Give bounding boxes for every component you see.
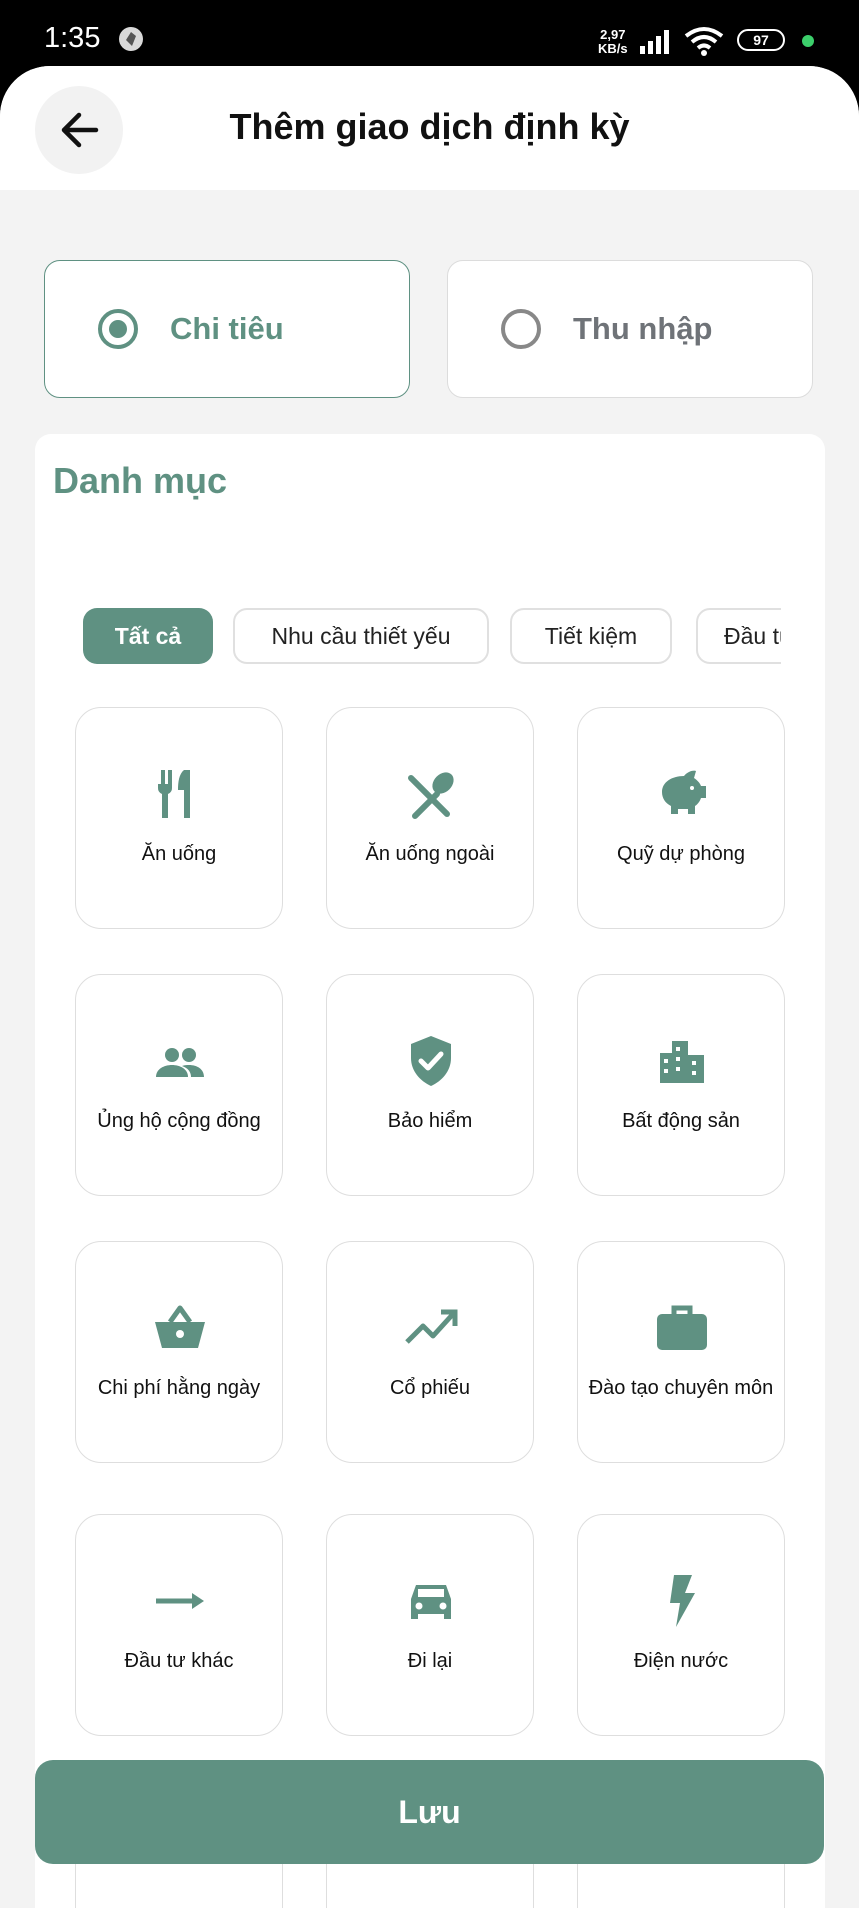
category-label: Bảo hiểm [387,1110,473,1132]
category-label: Đầu tư khác [124,1650,234,1672]
screen-sheet: Thêm giao dịch định kỳ Chi tiêu Thu nhập… [0,66,859,1908]
trending-up-icon [405,1309,458,1344]
category-tile[interactable]: Quỹ dự phòng [577,707,785,929]
category-tile[interactable]: Ăn uống ngoài [326,707,534,929]
category-tile[interactable]: Bất động sản [577,974,785,1196]
piggy-bank-icon [662,770,706,814]
chip-all[interactable]: Tất cả [83,608,213,664]
category-tile[interactable]: Đào tạo chuyên môn [577,1241,785,1463]
wifi-icon [684,27,724,56]
category-tile[interactable]: Ủng hộ cộng đồng [75,974,283,1196]
people-icon [156,1048,204,1077]
category-label: Điện nước [633,1650,729,1672]
active-dot-icon [802,35,814,47]
chip-essential-needs[interactable]: Nhu cầu thiết yếu [233,608,489,664]
category-panel: Danh mục Tất cả Nhu cầu thiết yếu Tiết k… [35,434,825,1908]
page-title: Thêm giao dịch định kỳ [229,106,630,147]
restaurant-icon [157,770,190,818]
chip-investment[interactable]: Đầu tư [696,608,781,664]
category-label: Đi lại [407,1650,453,1672]
category-label: Ăn uống ngoài [365,843,495,865]
lightning-icon [670,1575,695,1627]
battery-indicator: 97 [737,29,785,51]
category-label: Bất động sản [622,1110,740,1132]
category-title: Danh mục [53,460,228,501]
status-time: 1:35 [44,22,101,54]
income-label: Thu nhập [573,311,713,346]
radio-unselected-icon[interactable] [501,309,541,349]
category-tile[interactable]: Đi lại [326,1514,534,1736]
category-label: Đào tạo chuyên môn [588,1377,774,1399]
category-tile[interactable]: Bảo hiểm [326,974,534,1196]
category-filter-chips: Tất cả Nhu cầu thiết yếu Tiết kiệm Đầu t… [83,608,781,666]
category-tile[interactable]: Đầu tư khác [75,1514,283,1736]
status-bar: 1:35 2,97 KB/s 97 [0,0,859,70]
basket-icon [155,1305,205,1348]
income-option[interactable]: Thu nhập [447,260,813,398]
arrow-right-icon [156,1593,204,1609]
category-label: Quỹ dự phòng [617,843,745,865]
radio-selected-icon[interactable] [98,309,138,349]
network-speed: 2,97 KB/s [598,27,628,56]
chip-savings[interactable]: Tiết kiệm [510,608,672,664]
expense-label: Chi tiêu [170,311,284,346]
category-tile[interactable]: Ăn uống [75,707,283,929]
expense-option[interactable]: Chi tiêu [44,260,410,398]
building-icon [660,1041,704,1083]
briefcase-icon [657,1305,707,1350]
save-button[interactable]: Lưu [35,1760,824,1864]
category-label: Ăn uống [141,843,217,865]
category-tile[interactable]: Cổ phiếu [326,1241,534,1463]
signal-icon [640,30,669,54]
category-label: Cổ phiếu [389,1377,471,1399]
shield-check-icon [411,1036,451,1086]
category-label: Ủng hộ cộng đồng [97,1110,261,1132]
app-notification-icon [119,27,143,51]
category-label: Chi phí hằng ngày [97,1377,261,1399]
category-tile[interactable]: Chi phí hằng ngày [75,1241,283,1463]
header: Thêm giao dịch định kỳ [0,66,859,190]
dining-out-icon [408,772,454,819]
car-icon [411,1585,451,1619]
category-tile[interactable]: Điện nước [577,1514,785,1736]
